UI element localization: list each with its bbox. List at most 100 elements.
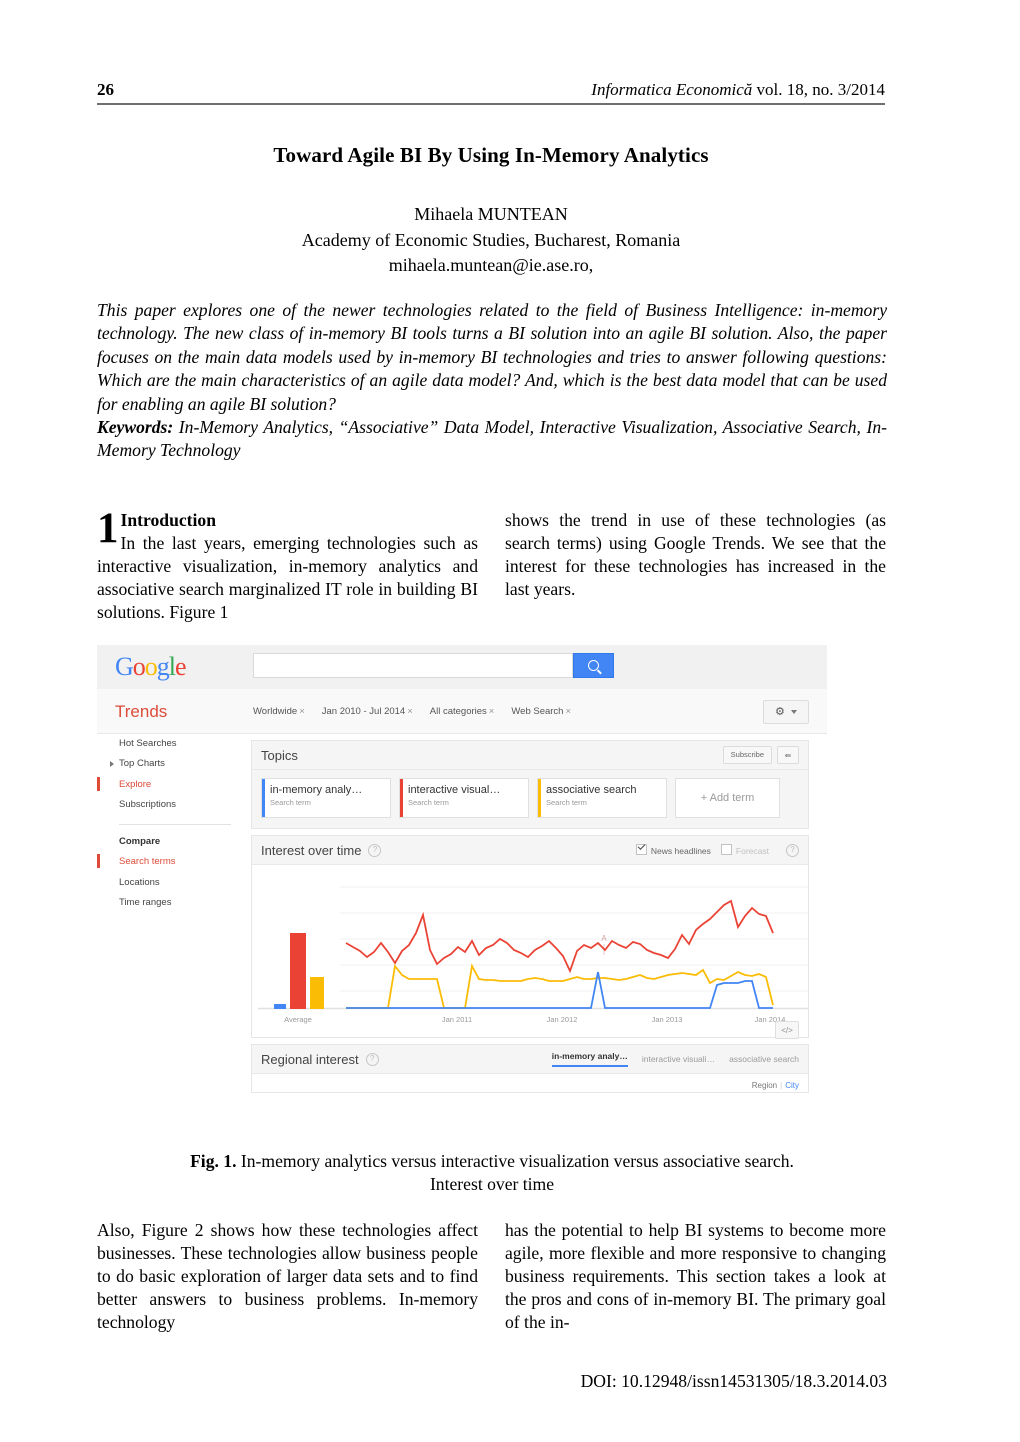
body-bottom-right-text: has the potential to help BI systems to … (505, 1220, 886, 1333)
chip-location-label: Worldwide (253, 706, 298, 717)
sidebar-item-time-ranges[interactable]: Time ranges (97, 893, 245, 913)
chip-search-type[interactable]: Web Search × (511, 706, 571, 717)
sidebar-item-locations[interactable]: Locations (97, 873, 245, 893)
term-color-bar-blue (262, 779, 265, 817)
google-trends-screenshot: Google Trends Worldwide × Jan 2010 - Jul … (97, 645, 827, 1150)
paper-page: 26 Informatica Economică vol. 18, no. 3/… (0, 0, 1020, 1442)
term-cards-row: in-memory analy… Search term interactive… (252, 770, 808, 828)
chip-categories-remove-icon[interactable]: × (489, 706, 495, 717)
forecast-help-icon[interactable]: ? (786, 843, 799, 857)
search-button[interactable] (573, 653, 614, 678)
term-card-interactive-visualization[interactable]: interactive visual… Search term (399, 778, 529, 818)
sidebar-item-locations-label: Locations (119, 876, 160, 888)
figure-caption-line2: Interest over time (429, 1173, 555, 1194)
body-column-left: 1 Introduction In the last years, emerging… (97, 507, 478, 624)
journal-reference: Informatica Economică vol. 18, no. 3/201… (591, 80, 885, 100)
trends-sub-bar: Trends Worldwide × Jan 2010 - Jul 2014 × A… (97, 689, 827, 734)
region-city-toggle: Region | City (252, 1074, 808, 1092)
chip-location-remove-icon[interactable]: × (299, 706, 305, 717)
city-toggle-label[interactable]: City (785, 1081, 799, 1090)
region-toggle-label[interactable]: Region (752, 1081, 777, 1090)
sidebar-item-time-ranges-label: Time ranges (119, 897, 172, 909)
sidebar-item-top-charts-label: Top Charts (119, 758, 165, 770)
term-card-subtitle: Search term (270, 798, 311, 807)
interest-over-time-panel: Interest over time ? News headlines Fore… (251, 835, 809, 1039)
checkbox-icon (635, 844, 647, 855)
svg-text:A: A (601, 934, 607, 943)
search-icon (588, 660, 599, 671)
section-heading: Introduction (120, 510, 217, 530)
series-line-associative-search (346, 963, 774, 1009)
subscribe-button[interactable]: Subscribe (722, 746, 772, 764)
logo-letter-o2: o (144, 652, 158, 681)
average-bar-blue (274, 1004, 286, 1009)
sidebar-item-search-terms[interactable]: Search terms (97, 852, 245, 872)
embed-code-button[interactable]: </> (775, 1021, 799, 1039)
body-column-right: shows the trend in use of these technolo… (505, 509, 886, 624)
sidebar-item-hot-searches[interactable]: Hot Searches (97, 734, 245, 754)
search-input[interactable] (253, 653, 573, 678)
chip-categories[interactable]: All categories × (430, 706, 495, 717)
chip-search-type-label: Web Search (511, 706, 564, 717)
trends-line-chart-svg: Average Jan 2011 Jan 2012 Jan 2013 Jan 2… (258, 886, 808, 1024)
trends-sidebar: Hot Searches Top Charts Explore Subscrip… (97, 734, 245, 1150)
author-email: mihaela.muntean@ie.ase.ro, (388, 255, 594, 276)
topics-title: Topics (261, 747, 298, 763)
sidebar-item-explore-label: Explore (119, 778, 152, 790)
add-term-button[interactable]: + Add term (675, 778, 780, 818)
chip-search-type-remove-icon[interactable]: × (565, 706, 571, 717)
help-icon[interactable]: ? (368, 843, 382, 857)
figure-caption-label: Fig. 1. (190, 1151, 237, 1171)
abstract-text: This paper explores one of the newer tec… (97, 300, 887, 414)
body-bottom-left-text: Also, Figure 2 shows how these technolog… (97, 1220, 478, 1333)
google-logo: Google (115, 652, 187, 681)
figure-caption-text: In-memory analytics versus interactive v… (236, 1151, 794, 1171)
chip-location[interactable]: Worldwide × (253, 706, 305, 717)
forecast-label: Forecast (735, 846, 769, 856)
term-card-subtitle: Search term (546, 798, 587, 807)
term-card-associative-search[interactable]: associative search Search term (537, 778, 667, 818)
interest-over-time-chart: Average Jan 2011 Jan 2012 Jan 2013 Jan 2… (252, 865, 808, 1039)
gear-icon: ⚙ (775, 705, 785, 718)
chip-date-range-label: Jan 2010 - Jul 2014 (321, 706, 406, 717)
average-bars: Average (274, 933, 324, 1024)
tab-in-memory-analytics[interactable]: in-memory analy… (551, 1051, 628, 1067)
sidebar-item-subscriptions[interactable]: Subscriptions (97, 795, 245, 815)
chip-date-range-remove-icon[interactable]: × (407, 706, 413, 717)
news-annotation-marker: A (601, 934, 607, 955)
figure-caption: Fig. 1. In-memory analytics versus inter… (97, 1150, 887, 1196)
chart-options: News headlines Forecast ? (635, 836, 799, 864)
help-icon[interactable]: ? (365, 1052, 379, 1066)
chart-x-axis-labels: Jan 2011 Jan 2012 Jan 2013 Jan 2014 (442, 1015, 786, 1024)
google-top-bar: Google (97, 645, 827, 690)
term-card-subtitle: Search term (408, 798, 449, 807)
regional-interest-panel: Regional interest ? in-memory analy… int… (251, 1044, 809, 1093)
regional-interest-title: Regional interest (261, 1051, 359, 1067)
tab-associative-search[interactable]: associative search (729, 1054, 799, 1064)
sidebar-item-search-terms-label: Search terms (119, 856, 176, 868)
logo-letter-g2: g (156, 652, 170, 681)
header-divider (97, 103, 885, 105)
chart-gridlines (340, 886, 808, 992)
doi-line: DOI: 10.12948/issn14531305/18.3.2014.03 (580, 1371, 887, 1391)
news-headlines-checkbox[interactable]: News headlines (635, 844, 711, 856)
sidebar-item-top-charts[interactable]: Top Charts (97, 754, 245, 774)
term-card-name: interactive visual… (408, 784, 501, 796)
toggle-divider: | (780, 1081, 783, 1090)
journal-volume: vol. 18, no. 3/2014 (752, 80, 885, 99)
logo-letter-e: e (175, 652, 187, 681)
regional-panel-header: Regional interest ? in-memory analy… int… (252, 1045, 808, 1074)
term-card-in-memory-analytics[interactable]: in-memory analy… Search term (261, 778, 391, 818)
average-bar-red (290, 933, 306, 1009)
settings-button[interactable]: ⚙ (763, 700, 809, 724)
interest-panel-header: Interest over time ? News headlines Fore… (252, 836, 808, 865)
sidebar-divider (119, 824, 231, 826)
tab-interactive-visualization[interactable]: interactive visuali… (642, 1054, 715, 1064)
chip-date-range[interactable]: Jan 2010 - Jul 2014 × (322, 706, 413, 717)
news-headlines-label: News headlines (650, 846, 711, 856)
topics-panel: Topics Subscribe ⇚ in-memory analy… Sear… (251, 740, 809, 829)
share-icon[interactable]: ⇚ (777, 746, 799, 764)
series-line-interactive-visualization (345, 899, 774, 974)
sidebar-item-explore[interactable]: Explore (97, 775, 245, 795)
forecast-checkbox[interactable]: Forecast (720, 844, 769, 856)
